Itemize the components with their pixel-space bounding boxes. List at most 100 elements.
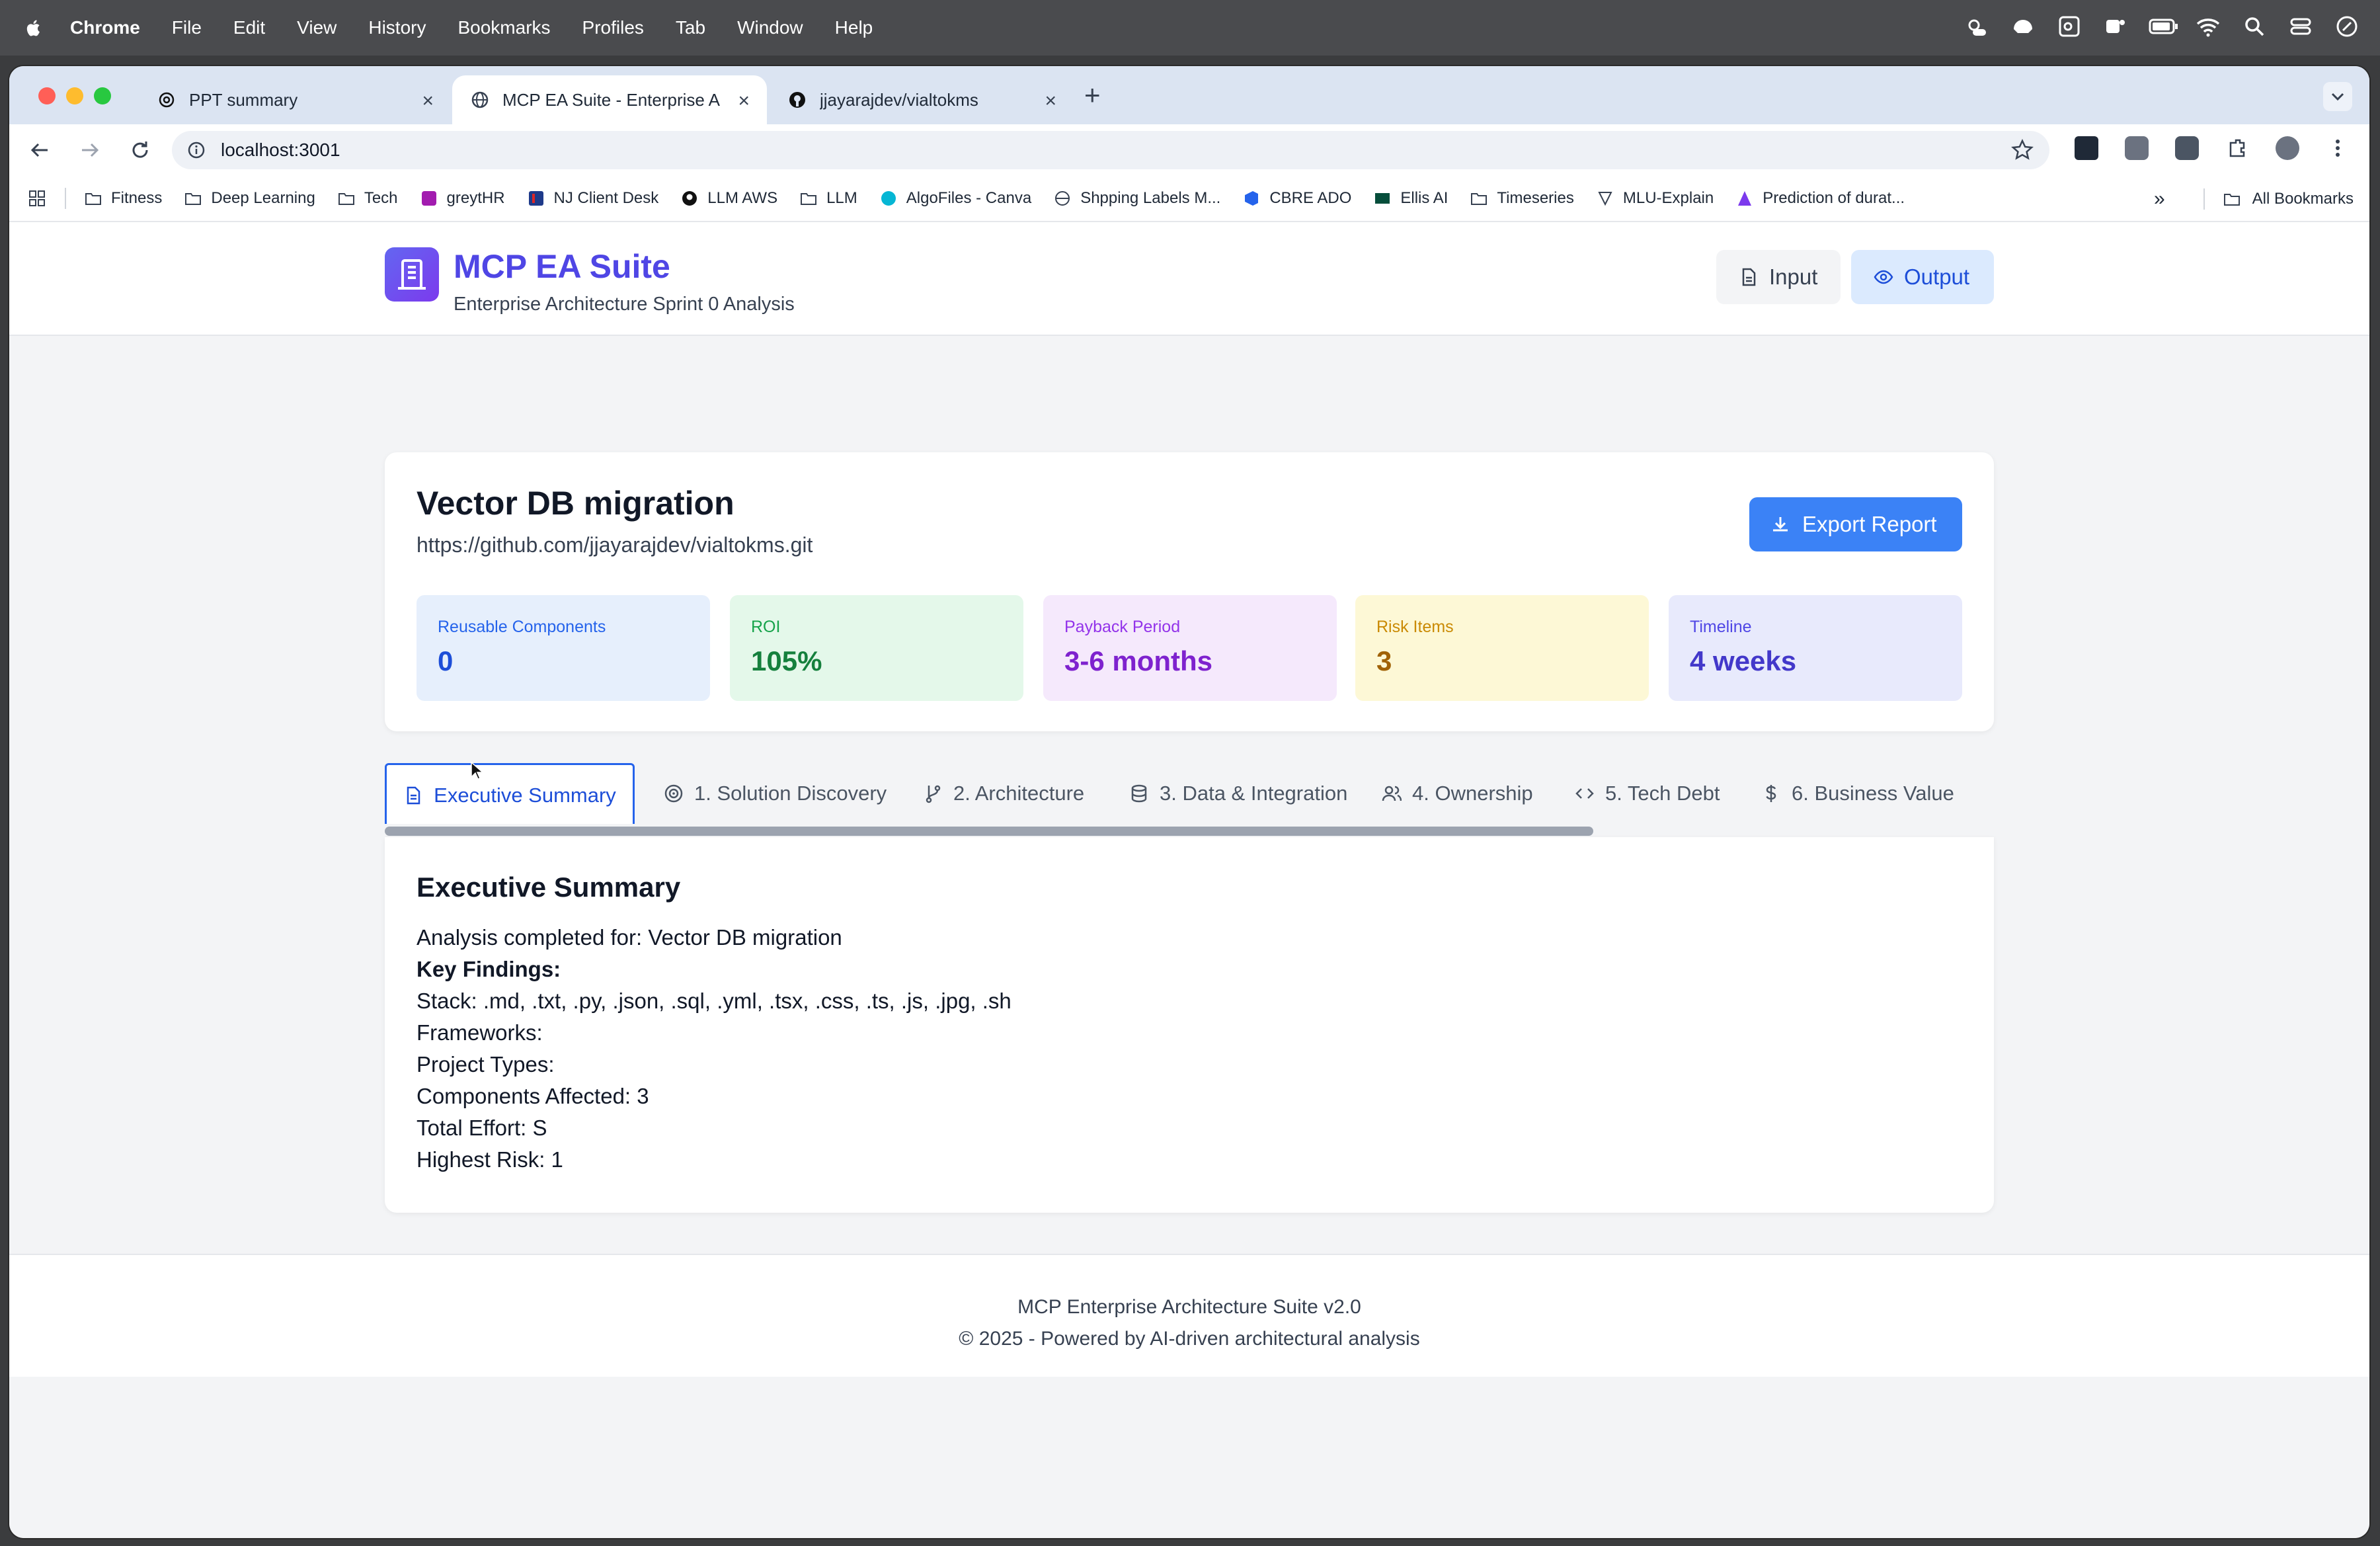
- bookmark-fitness[interactable]: Fitness: [85, 189, 162, 208]
- profile-avatar[interactable]: [2276, 136, 2299, 160]
- bookmark-nj-client-desk[interactable]: NJ Client Desk: [528, 189, 659, 208]
- tab-overflow[interactable]: [1987, 763, 1994, 824]
- copilot-icon[interactable]: [2010, 13, 2036, 40]
- tab-tech-debt[interactable]: 5. Tech Debt: [1575, 763, 1720, 824]
- bookmark-label: NJ Client Desk: [553, 189, 659, 207]
- forward-icon[interactable]: [78, 138, 102, 162]
- outlook-icon[interactable]: [2056, 13, 2082, 40]
- building-icon: [398, 259, 426, 290]
- extension-icon[interactable]: [2075, 136, 2098, 160]
- bookmark-greythr[interactable]: greytHR: [420, 189, 505, 208]
- close-tab-icon[interactable]: ×: [738, 90, 750, 112]
- puzzle-icon[interactable]: [2225, 136, 2249, 160]
- address-bar[interactable]: localhost:3001: [172, 131, 2049, 169]
- browser-tab-ppt-summary[interactable]: PPT summary ×: [139, 75, 451, 124]
- tab-business-value[interactable]: 6. Business Value: [1761, 763, 1954, 824]
- bookmark-label: LLM: [826, 189, 857, 207]
- github-icon: [682, 191, 697, 206]
- battery-icon[interactable]: [2149, 13, 2178, 40]
- bookmark-cbre-ado[interactable]: CBRE ADO: [1243, 189, 1351, 208]
- close-window-button[interactable]: [38, 87, 56, 104]
- tab-search-button[interactable]: [2323, 82, 2352, 111]
- tab-label: 2. Architecture: [953, 782, 1085, 805]
- app-title: MCP EA Suite: [454, 248, 670, 285]
- bookmark-llm[interactable]: LLM: [800, 189, 857, 208]
- frameworks-line: Frameworks:: [416, 1020, 543, 1045]
- new-tab-button[interactable]: +: [1084, 79, 1101, 111]
- footer-copyright: © 2025 - Powered by AI-driven architectu…: [959, 1328, 1420, 1350]
- tab-label: 5. Tech Debt: [1605, 782, 1720, 805]
- app-logo: [385, 247, 439, 302]
- menu-profiles[interactable]: Profiles: [582, 17, 644, 38]
- folder-icon: [85, 193, 101, 205]
- bookmark-tech[interactable]: Tech: [338, 189, 398, 208]
- target-icon: [664, 784, 683, 803]
- bookmark-label: Prediction of durat...: [1763, 189, 1905, 207]
- reload-icon[interactable]: [128, 138, 152, 162]
- tab-executive-summary[interactable]: Executive Summary: [385, 763, 635, 828]
- bookmark-star-icon[interactable]: [2011, 139, 2034, 161]
- tab-data-integration[interactable]: 3. Data & Integration: [1129, 763, 1347, 824]
- bookmark-mlu-explain[interactable]: MLU-Explain: [1597, 189, 1714, 208]
- spotlight-search-icon[interactable]: [2241, 13, 2268, 40]
- all-bookmarks-button[interactable]: All Bookmarks: [2252, 190, 2354, 208]
- bookmark-label: Tech: [364, 189, 398, 207]
- weather-icon[interactable]: [1964, 13, 1990, 40]
- tabs-scrollbar[interactable]: [385, 824, 1994, 837]
- folder-icon: [338, 193, 354, 205]
- menu-help[interactable]: Help: [835, 17, 873, 38]
- metric-card-reusable-components: Reusable Components 0: [416, 595, 710, 701]
- apple-icon[interactable]: [26, 18, 42, 38]
- tabs-scrollbar-thumb[interactable]: [385, 827, 1593, 836]
- tab-ownership[interactable]: 4. Ownership: [1382, 763, 1533, 824]
- bookmark-prediction[interactable]: Prediction of durat...: [1736, 189, 1905, 208]
- export-report-button[interactable]: Export Report: [1749, 497, 1962, 551]
- teams-icon[interactable]: [2102, 13, 2129, 40]
- tab-architecture[interactable]: 2. Architecture: [923, 763, 1084, 824]
- site-info-icon[interactable]: [188, 142, 205, 159]
- bookmark-timeseries[interactable]: Timeseries: [1470, 189, 1574, 208]
- extension-icon[interactable]: [2125, 136, 2149, 160]
- bookmark-ellis-ai[interactable]: Ellis AI: [1374, 189, 1448, 208]
- menu-bookmarks[interactable]: Bookmarks: [457, 17, 550, 38]
- zoom-window-button[interactable]: [94, 87, 111, 104]
- output-button[interactable]: Output: [1851, 250, 1994, 304]
- minimize-window-button[interactable]: [66, 87, 83, 104]
- analysis-tabs: Executive Summary 1. Solution Discovery …: [385, 763, 1994, 837]
- code-icon: [1575, 788, 1594, 799]
- mouse-cursor-icon: [471, 762, 483, 780]
- url-text[interactable]: localhost:3001: [221, 140, 340, 161]
- close-tab-icon[interactable]: ×: [1045, 90, 1056, 112]
- browser-tab-title: PPT summary: [189, 89, 298, 110]
- bookmark-algofiles-canva[interactable]: AlgoFiles - Canva: [880, 189, 1031, 208]
- input-button[interactable]: Input: [1716, 250, 1841, 304]
- eye-icon: [1874, 270, 1893, 284]
- menu-file[interactable]: File: [172, 17, 202, 38]
- menu-window[interactable]: Window: [737, 17, 803, 38]
- bookmark-shipping-labels[interactable]: Shpping Labels M...: [1054, 189, 1220, 208]
- effort-line: Total Effort: S: [416, 1116, 547, 1140]
- more-menu-icon[interactable]: [2326, 136, 2350, 160]
- browser-tab-github[interactable]: jjayarajdev/vialtokms ×: [770, 75, 1074, 124]
- close-tab-icon[interactable]: ×: [422, 90, 434, 112]
- siri-icon[interactable]: [2334, 13, 2360, 40]
- bookmark-deep-learning[interactable]: Deep Learning: [184, 189, 315, 208]
- extension-icon[interactable]: [2175, 136, 2199, 160]
- bookmark-label: LLM AWS: [707, 189, 778, 207]
- wifi-icon[interactable]: [2195, 13, 2221, 40]
- menu-view[interactable]: View: [297, 17, 337, 38]
- menu-edit[interactable]: Edit: [233, 17, 265, 38]
- tab-solution-discovery[interactable]: 1. Solution Discovery: [664, 763, 887, 824]
- control-center-icon[interactable]: [2287, 13, 2314, 40]
- bookmark-llm-aws[interactable]: LLM AWS: [681, 189, 777, 208]
- section-title: Executive Summary: [416, 872, 681, 903]
- menu-app-chrome[interactable]: Chrome: [70, 17, 140, 38]
- browser-tab-mcp-ea-suite[interactable]: MCP EA Suite - Enterprise Ar ×: [452, 75, 767, 124]
- more-bookmarks-icon[interactable]: »: [2154, 188, 2165, 210]
- metric-label: Timeline: [1690, 618, 1752, 636]
- menu-tab[interactable]: Tab: [676, 17, 705, 38]
- menu-history[interactable]: History: [368, 17, 426, 38]
- apps-grid-icon[interactable]: [28, 189, 46, 208]
- metric-value: 4 weeks: [1690, 645, 1797, 676]
- back-icon[interactable]: [28, 138, 52, 162]
